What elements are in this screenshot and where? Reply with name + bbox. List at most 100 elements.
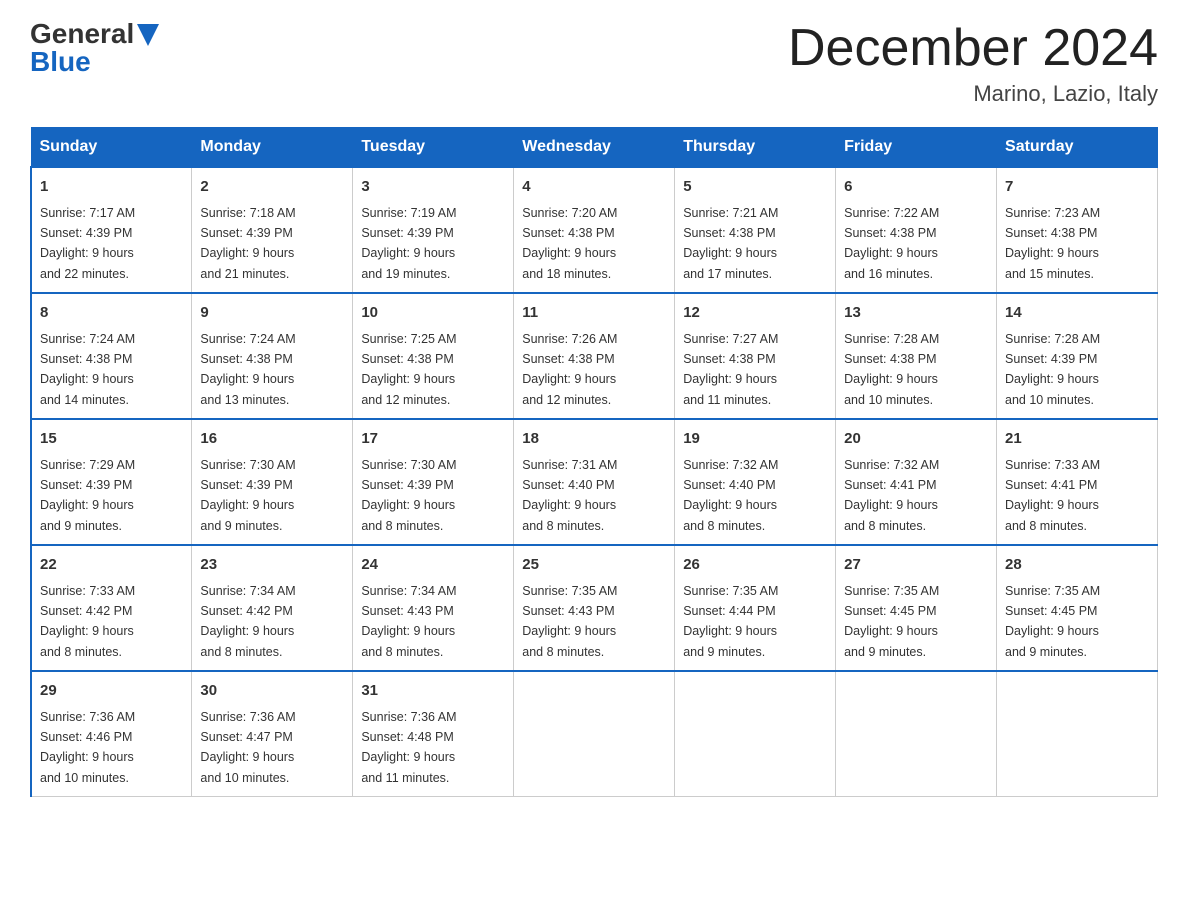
day-number: 30 — [200, 680, 344, 703]
table-row: 4 Sunrise: 7:20 AMSunset: 4:38 PMDayligh… — [514, 167, 675, 293]
table-row: 20 Sunrise: 7:32 AMSunset: 4:41 PMDaylig… — [836, 419, 997, 545]
table-row: 28 Sunrise: 7:35 AMSunset: 4:45 PMDaylig… — [997, 545, 1158, 671]
day-number: 5 — [683, 176, 827, 199]
table-row: 10 Sunrise: 7:25 AMSunset: 4:38 PMDaylig… — [353, 293, 514, 419]
day-info: Sunrise: 7:27 AMSunset: 4:38 PMDaylight:… — [683, 332, 778, 407]
day-number: 11 — [522, 302, 666, 325]
day-number: 3 — [361, 176, 505, 199]
table-row: 21 Sunrise: 7:33 AMSunset: 4:41 PMDaylig… — [997, 419, 1158, 545]
day-number: 20 — [844, 428, 988, 451]
day-number: 28 — [1005, 554, 1149, 577]
day-number: 15 — [40, 428, 183, 451]
header-row: Sunday Monday Tuesday Wednesday Thursday… — [31, 128, 1158, 168]
table-row — [675, 671, 836, 797]
table-row: 17 Sunrise: 7:30 AMSunset: 4:39 PMDaylig… — [353, 419, 514, 545]
day-info: Sunrise: 7:24 AMSunset: 4:38 PMDaylight:… — [40, 332, 135, 407]
day-number: 26 — [683, 554, 827, 577]
day-info: Sunrise: 7:35 AMSunset: 4:45 PMDaylight:… — [844, 584, 939, 659]
day-number: 27 — [844, 554, 988, 577]
day-number: 4 — [522, 176, 666, 199]
table-row: 30 Sunrise: 7:36 AMSunset: 4:47 PMDaylig… — [192, 671, 353, 797]
day-info: Sunrise: 7:32 AMSunset: 4:40 PMDaylight:… — [683, 458, 778, 533]
day-number: 29 — [40, 680, 183, 703]
logo-general-text: General — [30, 20, 134, 48]
table-row: 27 Sunrise: 7:35 AMSunset: 4:45 PMDaylig… — [836, 545, 997, 671]
day-number: 13 — [844, 302, 988, 325]
day-info: Sunrise: 7:19 AMSunset: 4:39 PMDaylight:… — [361, 206, 456, 281]
day-info: Sunrise: 7:30 AMSunset: 4:39 PMDaylight:… — [200, 458, 295, 533]
day-info: Sunrise: 7:33 AMSunset: 4:41 PMDaylight:… — [1005, 458, 1100, 533]
col-friday: Friday — [836, 128, 997, 168]
month-title: December 2024 — [788, 20, 1158, 77]
logo: General Blue — [30, 20, 159, 76]
table-row: 12 Sunrise: 7:27 AMSunset: 4:38 PMDaylig… — [675, 293, 836, 419]
col-wednesday: Wednesday — [514, 128, 675, 168]
week-row-2: 15 Sunrise: 7:29 AMSunset: 4:39 PMDaylig… — [31, 419, 1158, 545]
table-row: 26 Sunrise: 7:35 AMSunset: 4:44 PMDaylig… — [675, 545, 836, 671]
day-number: 6 — [844, 176, 988, 199]
week-row-4: 29 Sunrise: 7:36 AMSunset: 4:46 PMDaylig… — [31, 671, 1158, 797]
day-info: Sunrise: 7:18 AMSunset: 4:39 PMDaylight:… — [200, 206, 295, 281]
col-sunday: Sunday — [31, 128, 192, 168]
day-number: 17 — [361, 428, 505, 451]
day-info: Sunrise: 7:21 AMSunset: 4:38 PMDaylight:… — [683, 206, 778, 281]
day-info: Sunrise: 7:30 AMSunset: 4:39 PMDaylight:… — [361, 458, 456, 533]
day-info: Sunrise: 7:35 AMSunset: 4:44 PMDaylight:… — [683, 584, 778, 659]
day-info: Sunrise: 7:28 AMSunset: 4:38 PMDaylight:… — [844, 332, 939, 407]
table-row: 11 Sunrise: 7:26 AMSunset: 4:38 PMDaylig… — [514, 293, 675, 419]
day-info: Sunrise: 7:25 AMSunset: 4:38 PMDaylight:… — [361, 332, 456, 407]
day-info: Sunrise: 7:26 AMSunset: 4:38 PMDaylight:… — [522, 332, 617, 407]
day-number: 25 — [522, 554, 666, 577]
day-number: 2 — [200, 176, 344, 199]
table-row: 2 Sunrise: 7:18 AMSunset: 4:39 PMDayligh… — [192, 167, 353, 293]
calendar-table: Sunday Monday Tuesday Wednesday Thursday… — [30, 127, 1158, 797]
day-number: 1 — [40, 176, 183, 199]
table-row: 14 Sunrise: 7:28 AMSunset: 4:39 PMDaylig… — [997, 293, 1158, 419]
day-number: 12 — [683, 302, 827, 325]
table-row: 23 Sunrise: 7:34 AMSunset: 4:42 PMDaylig… — [192, 545, 353, 671]
table-row: 9 Sunrise: 7:24 AMSunset: 4:38 PMDayligh… — [192, 293, 353, 419]
day-number: 8 — [40, 302, 183, 325]
day-info: Sunrise: 7:20 AMSunset: 4:38 PMDaylight:… — [522, 206, 617, 281]
day-number: 23 — [200, 554, 344, 577]
table-row: 7 Sunrise: 7:23 AMSunset: 4:38 PMDayligh… — [997, 167, 1158, 293]
day-info: Sunrise: 7:23 AMSunset: 4:38 PMDaylight:… — [1005, 206, 1100, 281]
table-row: 8 Sunrise: 7:24 AMSunset: 4:38 PMDayligh… — [31, 293, 192, 419]
day-number: 14 — [1005, 302, 1149, 325]
day-number: 31 — [361, 680, 505, 703]
day-info: Sunrise: 7:35 AMSunset: 4:43 PMDaylight:… — [522, 584, 617, 659]
day-info: Sunrise: 7:31 AMSunset: 4:40 PMDaylight:… — [522, 458, 617, 533]
title-section: December 2024 Marino, Lazio, Italy — [788, 20, 1158, 107]
day-info: Sunrise: 7:24 AMSunset: 4:38 PMDaylight:… — [200, 332, 295, 407]
day-info: Sunrise: 7:35 AMSunset: 4:45 PMDaylight:… — [1005, 584, 1100, 659]
day-info: Sunrise: 7:34 AMSunset: 4:43 PMDaylight:… — [361, 584, 456, 659]
day-number: 10 — [361, 302, 505, 325]
week-row-1: 8 Sunrise: 7:24 AMSunset: 4:38 PMDayligh… — [31, 293, 1158, 419]
day-number: 18 — [522, 428, 666, 451]
table-row: 3 Sunrise: 7:19 AMSunset: 4:39 PMDayligh… — [353, 167, 514, 293]
day-info: Sunrise: 7:33 AMSunset: 4:42 PMDaylight:… — [40, 584, 135, 659]
logo-icon — [137, 24, 159, 46]
day-number: 19 — [683, 428, 827, 451]
day-info: Sunrise: 7:36 AMSunset: 4:46 PMDaylight:… — [40, 710, 135, 785]
day-number: 7 — [1005, 176, 1149, 199]
table-row: 1 Sunrise: 7:17 AMSunset: 4:39 PMDayligh… — [31, 167, 192, 293]
week-row-3: 22 Sunrise: 7:33 AMSunset: 4:42 PMDaylig… — [31, 545, 1158, 671]
day-info: Sunrise: 7:36 AMSunset: 4:48 PMDaylight:… — [361, 710, 456, 785]
table-row: 29 Sunrise: 7:36 AMSunset: 4:46 PMDaylig… — [31, 671, 192, 797]
table-row: 24 Sunrise: 7:34 AMSunset: 4:43 PMDaylig… — [353, 545, 514, 671]
day-number: 22 — [40, 554, 183, 577]
table-row: 31 Sunrise: 7:36 AMSunset: 4:48 PMDaylig… — [353, 671, 514, 797]
day-info: Sunrise: 7:28 AMSunset: 4:39 PMDaylight:… — [1005, 332, 1100, 407]
col-tuesday: Tuesday — [353, 128, 514, 168]
day-info: Sunrise: 7:22 AMSunset: 4:38 PMDaylight:… — [844, 206, 939, 281]
table-row: 15 Sunrise: 7:29 AMSunset: 4:39 PMDaylig… — [31, 419, 192, 545]
col-saturday: Saturday — [997, 128, 1158, 168]
location: Marino, Lazio, Italy — [788, 81, 1158, 107]
col-monday: Monday — [192, 128, 353, 168]
day-info: Sunrise: 7:32 AMSunset: 4:41 PMDaylight:… — [844, 458, 939, 533]
table-row: 6 Sunrise: 7:22 AMSunset: 4:38 PMDayligh… — [836, 167, 997, 293]
day-info: Sunrise: 7:36 AMSunset: 4:47 PMDaylight:… — [200, 710, 295, 785]
day-info: Sunrise: 7:34 AMSunset: 4:42 PMDaylight:… — [200, 584, 295, 659]
table-row: 5 Sunrise: 7:21 AMSunset: 4:38 PMDayligh… — [675, 167, 836, 293]
